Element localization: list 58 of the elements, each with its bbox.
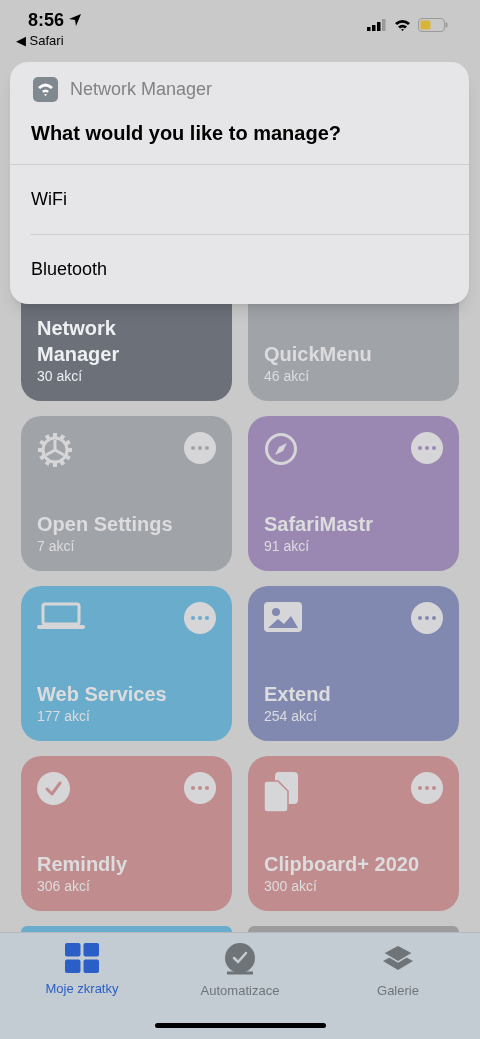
more-button[interactable]: [184, 602, 216, 634]
back-link[interactable]: ◀ Safari: [16, 32, 83, 50]
action-count: 91 akcí: [264, 537, 311, 555]
ellipsis-icon: [191, 786, 209, 790]
action-count: 300 akcí: [264, 877, 318, 895]
tab[interactable]: Moje zkratky: [22, 943, 142, 1007]
more-button[interactable]: [411, 772, 443, 804]
wifi-icon: [394, 19, 411, 31]
shortcut-card[interactable]: Web Services 177 akcí: [21, 586, 232, 741]
shortcut-name: Clipboard+ 2020: [264, 852, 421, 877]
shortcut-card[interactable]: [21, 926, 232, 932]
app-name: Network Manager: [70, 78, 213, 101]
more-button[interactable]: [411, 432, 443, 464]
compass-icon: [264, 432, 298, 466]
ellipsis-icon: [191, 446, 209, 450]
shortcut-name: Web Services: [37, 682, 168, 707]
location-arrow-icon: [68, 13, 83, 27]
more-button[interactable]: [184, 772, 216, 804]
ellipsis-icon: [418, 786, 436, 790]
shortcut-name: Open Settings: [37, 512, 174, 537]
option-item[interactable]: Bluetooth: [31, 235, 469, 304]
photo-icon: [264, 602, 302, 632]
action-count: 30 akcí: [37, 367, 84, 385]
laptop-icon: [37, 602, 85, 630]
action-count: 7 akcí: [37, 537, 76, 555]
shortcut-name: SafariMastr: [264, 512, 374, 537]
shortcut-card[interactable]: [248, 926, 459, 932]
shortcut-name: Remindly: [37, 852, 129, 877]
action-count: 46 akcí: [264, 367, 311, 385]
option-item[interactable]: WiFi: [10, 165, 469, 234]
signal-icon: [367, 19, 387, 31]
action-count: 306 akcí: [37, 877, 91, 895]
status-time: 8:56: [28, 9, 65, 32]
shortcut-card[interactable]: Open Settings 7 akcí: [21, 416, 232, 571]
shortcut-card[interactable]: SafariMastr 91 akcí: [248, 416, 459, 571]
battery-icon: [418, 18, 448, 32]
checkmark-icon: [37, 772, 70, 805]
more-button[interactable]: [184, 432, 216, 464]
tab[interactable]: Galerie: [338, 943, 458, 1007]
action-count: 177 akcí: [37, 707, 91, 725]
check-clock-icon: [224, 943, 256, 975]
tab[interactable]: Automatizace: [180, 943, 300, 1007]
shortcut-name: Extend: [264, 682, 332, 707]
more-button[interactable]: [411, 602, 443, 634]
wifi-app-icon: [33, 77, 58, 102]
documents-icon: [264, 772, 298, 812]
shortcut-name: QuickMenu: [264, 342, 373, 367]
ellipsis-icon: [191, 616, 209, 620]
action-count: 254 akcí: [264, 707, 318, 725]
gear-icon: [37, 432, 73, 468]
shortcut-name: Network Manager: [37, 316, 121, 367]
shortcut-card[interactable]: Clipboard+ 2020 300 akcí: [248, 756, 459, 911]
dialog-question: What would you like to manage?: [10, 103, 469, 165]
ellipsis-icon: [418, 616, 436, 620]
ellipsis-icon: [418, 446, 436, 450]
shortcut-card[interactable]: Extend 254 akcí: [248, 586, 459, 741]
grid-icon: [65, 943, 99, 973]
shortcut-card[interactable]: Remindly 306 akcí: [21, 756, 232, 911]
